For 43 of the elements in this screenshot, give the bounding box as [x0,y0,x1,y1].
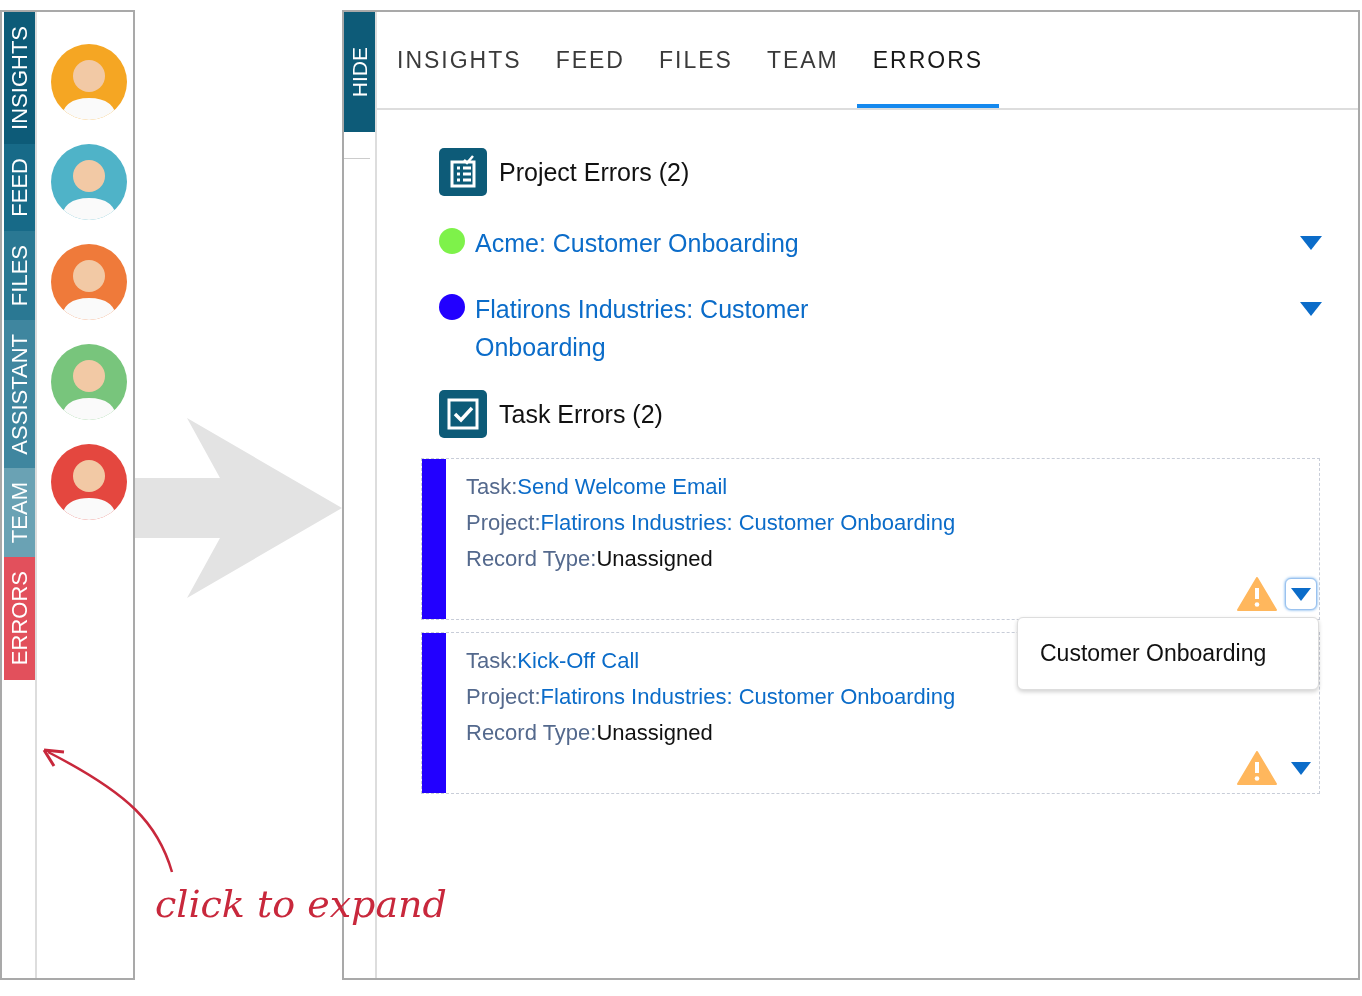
project-line: Project:Flatirons Industries: Customer Onboarding [466,509,956,537]
record-type-line: Record Type:Unassigned [466,719,714,747]
tab[interactable]: TEAM [750,12,855,108]
side-tab[interactable]: ASSISTANT [4,319,35,469]
dropdown-button[interactable] [1285,578,1317,610]
warning-icon [1237,751,1277,785]
side-tab[interactable]: ERRORS [4,557,35,680]
project-link[interactable]: Acme: Customer Onboarding [475,224,855,262]
avatar[interactable] [51,144,127,220]
caret-icon[interactable] [1300,236,1322,250]
menu-item[interactable]: Customer Onboarding [1018,640,1318,667]
caret-icon [1291,587,1311,601]
side-tab[interactable]: INSIGHTS [4,12,35,144]
project-line: Project:Flatirons Industries: Customer Onboarding [466,683,956,711]
avatar[interactable] [51,44,127,120]
checkbox-icon [439,390,487,438]
task-line: Task:Kick-Off Call [466,647,641,675]
project-link[interactable]: Flatirons Industries: Customer Onboarding [540,684,956,709]
side-tab[interactable]: TEAM [4,468,35,558]
tab[interactable]: FILES [642,12,749,108]
tab[interactable]: INSIGHTS [381,12,538,108]
section-title: Task Errors (2) [499,399,663,429]
project-link[interactable]: Flatirons Industries: Customer Onboarding [540,510,956,535]
avatar[interactable] [51,444,127,520]
warning-icon [1237,577,1277,611]
task-link[interactable]: Send Welcome Email [517,474,728,499]
caret-icon [1291,761,1311,775]
side-tab[interactable]: FILES [4,230,35,320]
project-link[interactable]: Flatirons Industries: Customer Onboarding [475,290,855,366]
avatar[interactable] [51,344,127,420]
tab[interactable]: ERRORS [856,12,1000,108]
record-type-line: Record Type:Unassigned [466,545,714,573]
caret-icon[interactable] [1300,302,1322,316]
checklist-icon [439,148,487,196]
avatar[interactable] [51,244,127,320]
tab[interactable]: FEED [539,12,641,108]
task-link[interactable]: Kick-Off Call [517,648,640,673]
arrow-icon [135,418,342,598]
section-title: Project Errors (2) [499,157,690,187]
side-tab[interactable]: FEED [4,143,35,231]
annotation-text: click to expand [155,882,447,926]
hide-tab[interactable]: HIDE [344,12,375,132]
task-line: Task:Send Welcome Email [466,473,729,501]
